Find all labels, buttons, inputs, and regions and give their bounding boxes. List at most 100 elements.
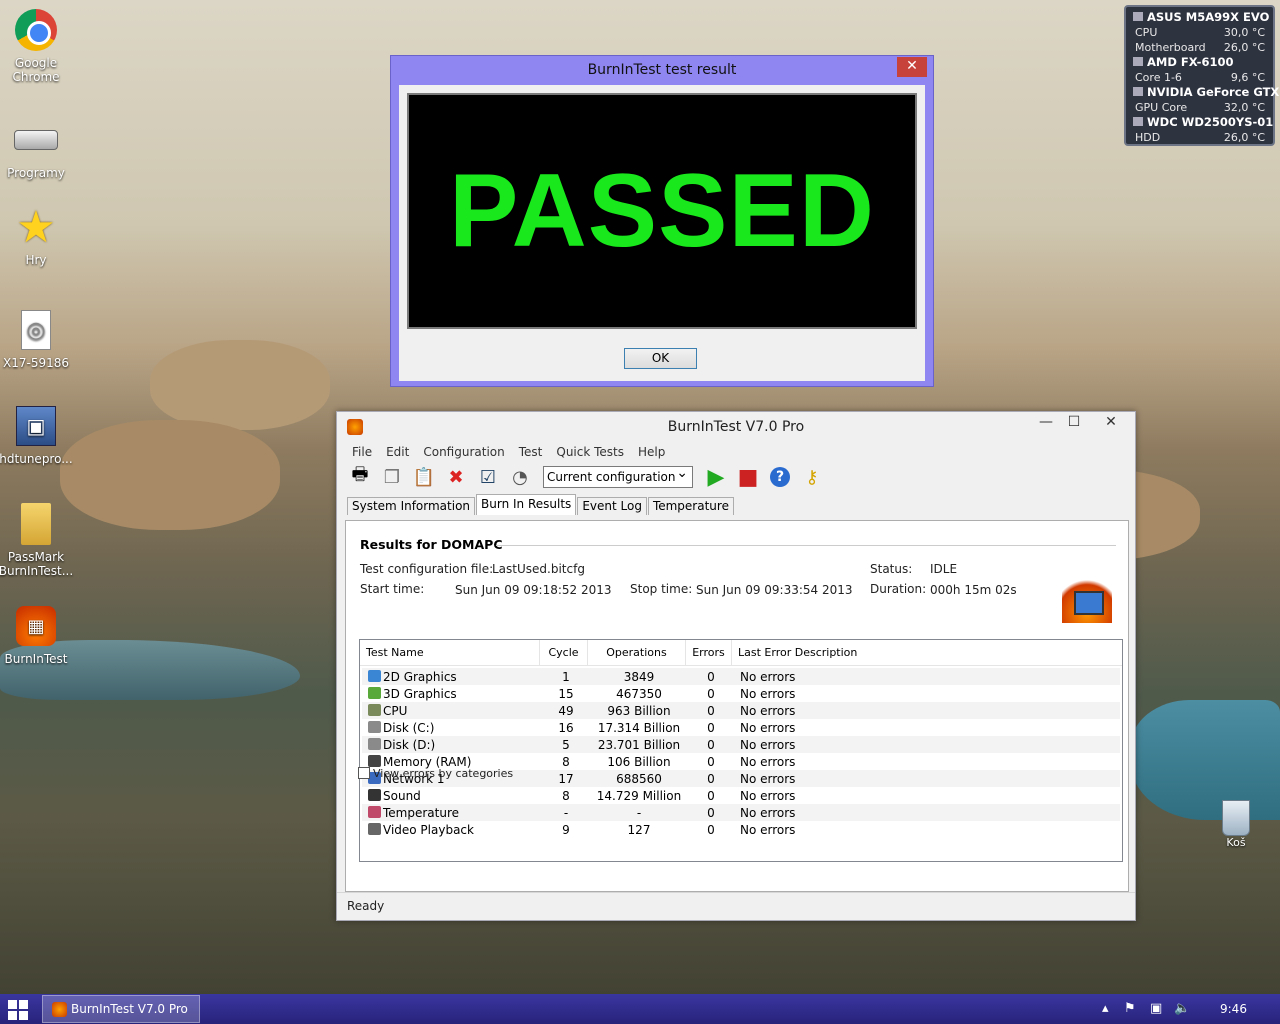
cell-operations: 963 Billion (607, 703, 671, 718)
burnintest-icon: ▦ (14, 604, 58, 648)
cell-last-error: No errors (740, 754, 796, 769)
tab-event-log[interactable]: Event Log (577, 497, 647, 515)
close-button[interactable]: ✕ (1088, 412, 1134, 434)
menu-help[interactable]: Help (631, 442, 672, 462)
table-row[interactable]: Disk (D:) 5 23.701 Billion 0 No errors (362, 736, 1120, 753)
desktop-icon-recycle-bin[interactable]: Koš (1216, 800, 1256, 849)
table-row[interactable]: 2D Graphics 1 3849 0 No errors (362, 668, 1120, 685)
maximize-button[interactable]: ☐ (1060, 412, 1088, 434)
gadget-row: GPU Core 32,0 °C (1135, 101, 1265, 114)
desktop-icon-burnintest[interactable]: ▦ BurnInTest (0, 604, 74, 666)
print-icon[interactable]: 🖶 (347, 464, 373, 490)
cell-test-name: 3D Graphics (362, 686, 542, 701)
network-icon[interactable]: ▣ (1150, 994, 1162, 1024)
chrome-icon (14, 8, 58, 52)
checkbox-box[interactable] (358, 767, 370, 779)
tray-chevron-icon[interactable]: ▴ (1102, 994, 1109, 1024)
result-text: PASSED (449, 152, 875, 269)
tab-system-information[interactable]: System Information (347, 497, 476, 515)
window-titlebar[interactable]: BurnInTest V7.0 Pro — ☐ ✕ (337, 412, 1135, 442)
cell-last-error: No errors (740, 737, 796, 752)
cell-test-name: Disk (C:) (362, 720, 542, 735)
test-type-icon (368, 754, 381, 767)
tab-burn-in-results[interactable]: Burn In Results (476, 494, 577, 515)
column-test-name[interactable]: Test Name (360, 639, 540, 666)
cell-cycle: 5 (562, 737, 570, 752)
copy-icon[interactable]: ❐ (379, 464, 405, 490)
desktop-icon-label: Hry (25, 253, 47, 267)
menu-test[interactable]: Test (512, 442, 550, 462)
flag-icon[interactable]: ⚑ (1124, 994, 1136, 1024)
gauge-icon[interactable]: ◔ (507, 464, 533, 490)
status-label: Status: (870, 562, 913, 576)
desktop-icon-label: X17-59186 (3, 356, 69, 370)
clock[interactable]: 9:46 (1220, 994, 1247, 1024)
checklist-icon[interactable]: ☑ (475, 464, 501, 490)
table-row[interactable]: Video Playback 9 127 0 No errors (362, 821, 1120, 838)
cell-operations: 467350 (616, 686, 662, 701)
dialog-body: PASSED OK (399, 85, 925, 381)
start-button[interactable] (8, 1000, 28, 1020)
menu-quick-tests[interactable]: Quick Tests (549, 442, 631, 462)
table-row[interactable]: Sound 8 14.729 Million 0 No errors (362, 787, 1120, 804)
cell-cycle: 9 (562, 822, 570, 837)
clipboard-icon[interactable]: 📋 (411, 464, 437, 490)
table-row[interactable]: Disk (C:) 16 17.314 Billion 0 No errors (362, 719, 1120, 736)
column-errors[interactable]: Errors (686, 639, 732, 666)
dialog-title[interactable]: BurnInTest test result (391, 56, 933, 84)
burnintest-logo-icon (1062, 573, 1112, 623)
volume-icon[interactable]: 🔈 (1174, 994, 1190, 1024)
desktop-icon-label: Google Chrome (12, 56, 60, 84)
table-row[interactable]: 3D Graphics 15 467350 0 No errors (362, 685, 1120, 702)
table-row[interactable]: CPU 49 963 Billion 0 No errors (362, 702, 1120, 719)
cell-operations: 17.314 Billion (597, 720, 681, 735)
cell-operations: 106 Billion (607, 754, 671, 769)
column-last-error[interactable]: Last Error Description (732, 640, 1122, 666)
menu-edit[interactable]: Edit (379, 442, 416, 462)
cell-cycle: 49 (558, 703, 574, 718)
play-icon[interactable]: ▶ (703, 464, 729, 490)
test-type-icon (368, 686, 381, 699)
cell-cycle: 16 (558, 720, 574, 735)
menu-file[interactable]: File (345, 442, 379, 462)
desktop-icon-hry[interactable]: ★ Hry (0, 202, 74, 268)
configuration-select[interactable]: Current configuration (543, 463, 693, 488)
desktop-icon-iso[interactable]: ◎ X17-59186 (0, 308, 74, 370)
wallpaper-rock (60, 420, 280, 530)
cell-operations: 688560 (616, 771, 662, 786)
results-panel: Results for DOMAPC Test configuration fi… (345, 520, 1129, 892)
desktop-icon-hdtune[interactable]: ▣ hdtunepro... (0, 404, 74, 466)
dialog-close-button[interactable]: ✕ (897, 57, 927, 77)
view-by-categories-checkbox[interactable]: View errors by categories (358, 767, 513, 780)
help-icon[interactable]: ? (767, 464, 793, 490)
cell-last-error: No errors (740, 771, 796, 786)
cell-test-name: CPU (362, 703, 542, 718)
hdd-icon (1133, 117, 1143, 126)
test-type-icon (368, 669, 381, 682)
menu-configuration[interactable]: Configuration (416, 442, 511, 462)
desktop-icon-programy[interactable]: Programy (0, 118, 74, 180)
gadget-device: ASUS M5A99X EVO (1133, 10, 1269, 25)
taskbar-item-burnintest[interactable]: BurnInTest V7.0 Pro (42, 995, 200, 1023)
cell-operations: 23.701 Billion (597, 737, 681, 752)
test-type-icon (368, 737, 381, 750)
cell-errors: 0 (707, 686, 715, 701)
clear-icon[interactable]: ✖ (443, 464, 469, 490)
desktop-icon-passmark-folder[interactable]: PassMark BurnInTest... (0, 502, 74, 578)
desktop-icon-chrome[interactable]: Google Chrome (0, 8, 74, 84)
cell-test-name: 2D Graphics (362, 669, 542, 684)
stop-icon[interactable]: ■ (735, 464, 761, 490)
cell-test-name: Video Playback (362, 822, 542, 837)
column-cycle[interactable]: Cycle (540, 639, 588, 666)
column-operations[interactable]: Operations (588, 639, 686, 666)
test-type-icon (368, 805, 381, 818)
table-row[interactable]: Temperature - - 0 No errors (362, 804, 1120, 821)
minimize-button[interactable]: — (1032, 412, 1060, 434)
cell-cycle: 17 (558, 771, 574, 786)
ok-button[interactable]: OK (624, 348, 697, 369)
tab-temperature[interactable]: Temperature (647, 497, 734, 515)
cell-test-name: Sound (362, 788, 542, 803)
tab-bar: System Information Burn In Results Event… (337, 494, 1135, 515)
window-title: BurnInTest V7.0 Pro (667, 419, 805, 435)
key-icon[interactable]: ⚷ (799, 464, 825, 490)
